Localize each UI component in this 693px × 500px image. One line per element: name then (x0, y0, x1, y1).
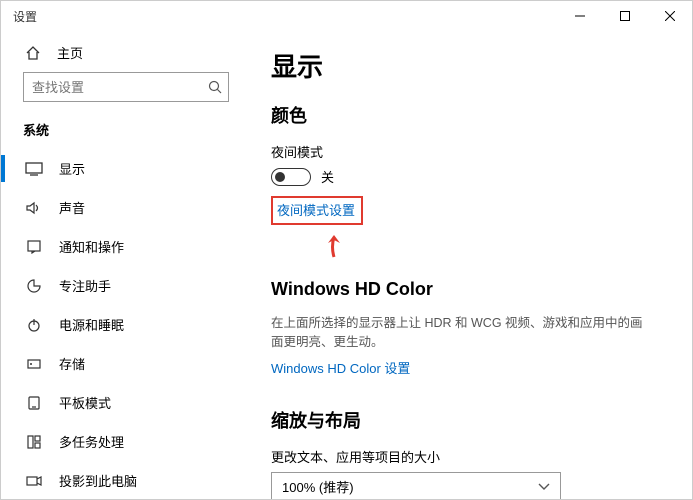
close-button[interactable] (647, 1, 692, 31)
annotation-highlight: 夜间模式设置 (271, 196, 363, 225)
power-icon (25, 318, 43, 332)
focus-icon (25, 279, 43, 293)
night-mode-settings-link[interactable]: 夜间模式设置 (277, 200, 355, 219)
section-color-heading: 颜色 (271, 102, 662, 128)
sidebar-item-label: 平板模式 (59, 393, 111, 412)
sidebar-item-label: 显示 (59, 159, 85, 178)
sidebar-item-label: 电源和睡眠 (59, 315, 124, 334)
night-mode-label: 夜间模式 (271, 142, 662, 161)
sidebar-item-label: 存储 (59, 354, 85, 373)
search-field[interactable] (32, 80, 208, 95)
sidebar-item-sound[interactable]: 声音 (1, 188, 251, 227)
night-mode-toggle[interactable] (271, 168, 311, 186)
sidebar-item-display[interactable]: 显示 (1, 149, 251, 188)
text-size-label: 更改文本、应用等项目的大小 (271, 447, 662, 466)
page-title: 显示 (271, 47, 662, 84)
window-title: 设置 (13, 8, 557, 25)
notification-icon (25, 240, 43, 254)
sidebar-item-label: 投影到此电脑 (59, 471, 137, 490)
sidebar-item-notifications[interactable]: 通知和操作 (1, 227, 251, 266)
sidebar-item-tablet[interactable]: 平板模式 (1, 383, 251, 422)
storage-icon (25, 357, 43, 371)
search-input[interactable] (23, 72, 229, 102)
hdcolor-description: 在上面所选择的显示器上让 HDR 和 WCG 视频、游戏和应用中的画面更明亮、更… (271, 314, 651, 352)
multitask-icon (25, 435, 43, 449)
home-label: 主页 (57, 43, 83, 62)
text-size-value: 100% (推荐) (282, 477, 354, 496)
sidebar-item-power[interactable]: 电源和睡眠 (1, 305, 251, 344)
category-label: 系统 (1, 116, 251, 149)
section-scale-heading: 缩放与布局 (271, 407, 662, 433)
main-content: 显示 颜色 夜间模式 关 夜间模式设置 (251, 31, 692, 499)
search-icon (208, 80, 222, 94)
tablet-icon (25, 396, 43, 410)
display-icon (25, 162, 43, 176)
sidebar-item-focus[interactable]: 专注助手 (1, 266, 251, 305)
maximize-button[interactable] (602, 1, 647, 31)
sidebar-item-label: 专注助手 (59, 276, 111, 295)
titlebar: 设置 (1, 1, 692, 31)
sound-icon (25, 201, 43, 215)
toggle-state-text: 关 (321, 167, 334, 186)
window-controls (557, 1, 692, 31)
sidebar-item-storage[interactable]: 存储 (1, 344, 251, 383)
sidebar: 主页 系统 显示 声音 通知和操作 (1, 31, 251, 499)
sidebar-item-label: 多任务处理 (59, 432, 124, 451)
text-size-select[interactable]: 100% (推荐) (271, 472, 561, 500)
project-icon (25, 474, 43, 488)
home-icon (25, 45, 41, 61)
home-link[interactable]: 主页 (1, 35, 251, 72)
minimize-button[interactable] (557, 1, 602, 31)
sidebar-item-label: 声音 (59, 198, 85, 217)
sidebar-item-project[interactable]: 投影到此电脑 (1, 461, 251, 499)
hdcolor-settings-link[interactable]: Windows HD Color 设置 (271, 358, 410, 377)
annotation-arrow (321, 233, 662, 259)
sidebar-item-label: 通知和操作 (59, 237, 124, 256)
sidebar-item-multitask[interactable]: 多任务处理 (1, 422, 251, 461)
section-hdcolor-heading: Windows HD Color (271, 279, 662, 300)
chevron-down-icon (538, 483, 550, 491)
